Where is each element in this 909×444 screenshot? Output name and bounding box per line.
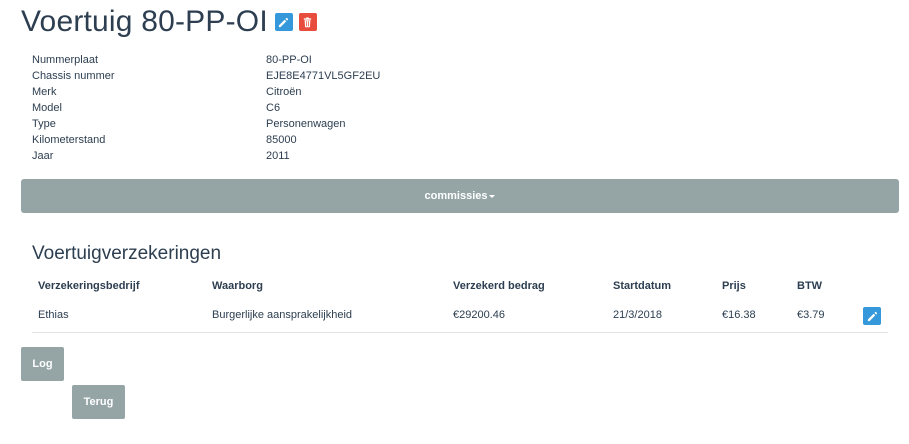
column-header-amount: Verzekerd bedrag — [453, 280, 545, 292]
insurances-table: Verzekeringsbedrijf Waarborg Verzekerd b… — [32, 272, 888, 333]
caret-down-icon — [489, 194, 496, 198]
detail-value: Personenwagen — [266, 118, 346, 130]
pencil-icon — [279, 17, 289, 27]
back-button[interactable]: Terug — [72, 385, 125, 419]
detail-row-merk: Merk Citroën — [32, 84, 380, 100]
detail-value: Citroën — [266, 86, 302, 98]
detail-row-kilometerstand: Kilometerstand 85000 — [32, 132, 380, 148]
detail-label: Model — [32, 102, 62, 114]
vehicle-details: Nummerplaat 80-PP-OI Chassis nummer EJE8… — [32, 52, 380, 164]
detail-row-model: Model C6 — [32, 100, 380, 116]
commissies-dropdown-button[interactable]: commissies — [21, 179, 899, 213]
column-header-company: Verzekeringsbedrijf — [38, 280, 140, 292]
commissies-label: commissies — [424, 190, 488, 202]
column-header-coverage: Waarborg — [212, 280, 263, 292]
cell-company: Ethias — [38, 309, 69, 321]
cell-amount: €29200.46 — [453, 309, 505, 321]
detail-label: Kilometerstand — [32, 134, 106, 146]
table-row: Ethias Burgerlijke aansprakelijkheid €29… — [32, 300, 888, 333]
delete-vehicle-button[interactable] — [298, 13, 317, 31]
detail-value: 80-PP-OI — [266, 54, 312, 66]
title-row: Voertuig 80-PP-OI — [21, 3, 317, 41]
detail-label: Jaar — [32, 150, 54, 162]
detail-label: Type — [32, 118, 56, 130]
cell-vat: €3.79 — [797, 309, 825, 321]
table-header: Verzekeringsbedrijf Waarborg Verzekerd b… — [32, 272, 888, 300]
detail-row-nummerplaat: Nummerplaat 80-PP-OI — [32, 52, 380, 68]
detail-value: C6 — [266, 102, 281, 114]
pencil-icon — [867, 311, 877, 321]
detail-label: Nummerplaat — [32, 54, 99, 66]
detail-value: 2011 — [266, 150, 290, 162]
cell-coverage: Burgerlijke aansprakelijkheid — [212, 309, 353, 321]
detail-label: Merk — [32, 86, 57, 98]
page: Voertuig 80-PP-OI Nummerplaat 80-PP-OI C… — [0, 0, 909, 444]
detail-row-chassis: Chassis nummer EJE8E4771VL5GF2EU — [32, 68, 380, 84]
cell-start: 21/3/2018 — [613, 309, 662, 321]
detail-row-type: Type Personenwagen — [32, 116, 380, 132]
column-header-start: Startdatum — [613, 280, 672, 292]
column-header-price: Prijs — [722, 280, 746, 292]
edit-vehicle-button[interactable] — [274, 13, 293, 31]
detail-label: Chassis nummer — [32, 70, 115, 82]
detail-row-jaar: Jaar 2011 — [32, 148, 380, 164]
cell-price: €16.38 — [722, 309, 756, 321]
detail-value: 85000 — [266, 134, 297, 146]
insurances-title: Voertuigverzekeringen — [32, 243, 222, 264]
log-button[interactable]: Log — [21, 347, 64, 381]
detail-value: EJE8E4771VL5GF2EU — [266, 70, 381, 82]
column-header-vat: BTW — [797, 280, 823, 292]
edit-insurance-button[interactable] — [863, 307, 881, 325]
trash-icon — [304, 16, 312, 27]
page-title: Voertuig 80-PP-OI — [21, 5, 268, 38]
